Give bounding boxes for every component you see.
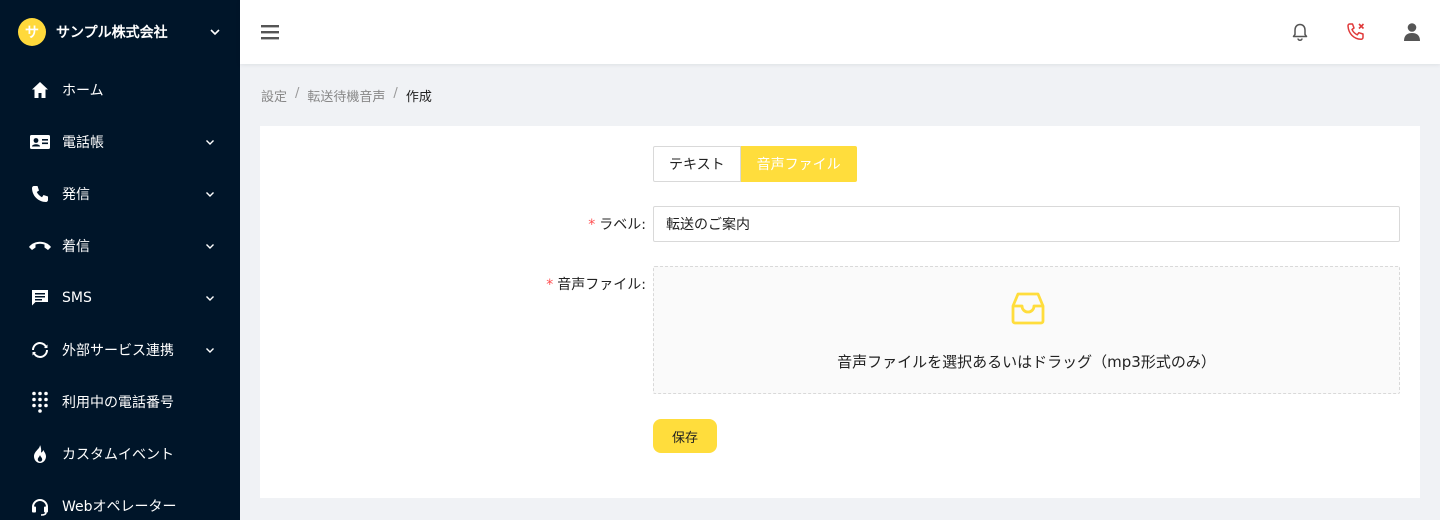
call-status-button[interactable] (1328, 0, 1384, 64)
sidebar-item-phonebook[interactable]: 電話帳 (0, 116, 240, 168)
file-field-label: * 音声ファイル: (546, 277, 646, 293)
sidebar-item-custom-events[interactable]: カスタムイベント (0, 428, 240, 480)
type-tab-text[interactable]: テキスト (653, 146, 741, 182)
company-switcher[interactable]: サ サンプル株式会社 (0, 0, 240, 64)
breadcrumb-item-settings[interactable]: 設定 (261, 86, 287, 105)
top-header (240, 0, 1440, 64)
inbox-icon (1011, 292, 1045, 325)
chevron-down-icon (210, 29, 220, 36)
sidebar: サ サンプル株式会社 ホーム 電話帳 発信 着信 SMS 外部サービス連携 利用… (0, 0, 240, 520)
notifications-button[interactable] (1272, 0, 1328, 64)
fire-icon (28, 442, 52, 466)
sidebar-item-home[interactable]: ホーム (0, 64, 240, 116)
chevron-down-icon (206, 244, 214, 249)
company-name: サンプル株式会社 (56, 25, 168, 41)
sidebar-item-integrations[interactable]: 外部サービス連携 (0, 324, 240, 376)
chevron-down-icon (206, 140, 214, 145)
sidebar-item-outgoing[interactable]: 発信 (0, 168, 240, 220)
label-input[interactable]: 転送のご案内 (653, 206, 1400, 242)
header-actions (1272, 0, 1440, 64)
sidebar-item-label: ホーム (62, 83, 104, 99)
phone-missed-icon (1347, 23, 1365, 41)
chevron-down-icon (206, 192, 214, 197)
upload-hint: 音声ファイルを選択あるいはドラッグ（mp3形式のみ） (837, 353, 1216, 371)
phone-icon (28, 182, 52, 206)
sidebar-item-label: 外部サービス連携 (62, 343, 174, 359)
breadcrumb-separator: / (393, 86, 398, 101)
home-icon (28, 78, 52, 102)
company-logo: サ (18, 18, 46, 46)
label-field-label: * ラベル: (588, 217, 646, 233)
user-icon (1404, 23, 1420, 41)
save-button[interactable]: 保存 (653, 419, 717, 453)
breadcrumb-item-transfer-audio[interactable]: 転送待機音声 (307, 86, 385, 105)
sidebar-item-label: 利用中の電話番号 (62, 395, 174, 411)
sidebar-menu: ホーム 電話帳 発信 着信 SMS 外部サービス連携 利用中の電話番号 カスタム… (0, 64, 240, 520)
menu-toggle-icon[interactable] (260, 22, 280, 42)
type-radio-group: テキスト 音声ファイル (653, 146, 857, 182)
sidebar-item-phone-numbers[interactable]: 利用中の電話番号 (0, 376, 240, 428)
audio-file-dropzone[interactable]: 音声ファイルを選択あるいはドラッグ（mp3形式のみ） (653, 266, 1400, 394)
bell-icon (1292, 23, 1308, 42)
required-mark: * (546, 277, 554, 293)
chevron-down-icon (206, 296, 214, 301)
sidebar-item-web-operator[interactable]: Webオペレーター (0, 480, 240, 520)
sidebar-item-incoming[interactable]: 着信 (0, 220, 240, 272)
dialpad-icon (28, 390, 52, 414)
breadcrumb: 設定 / 転送待機音声 / 作成 (261, 86, 432, 105)
type-tab-audio-file[interactable]: 音声ファイル (740, 146, 857, 182)
sidebar-item-label: SMS (62, 290, 92, 306)
sync-icon (28, 338, 52, 362)
form-card: テキスト 音声ファイル * ラベル: 転送のご案内 * 音声ファイル: 音声ファイル… (260, 126, 1420, 498)
required-mark: * (588, 217, 596, 233)
sidebar-item-label: カスタムイベント (62, 447, 174, 463)
sidebar-item-label: 発信 (62, 187, 90, 203)
chevron-down-icon (206, 348, 214, 353)
sidebar-item-label: 電話帳 (62, 135, 104, 151)
message-icon (28, 286, 52, 310)
breadcrumb-separator: / (295, 86, 300, 101)
sidebar-item-sms[interactable]: SMS (0, 272, 240, 324)
contact-card-icon (28, 130, 52, 154)
sidebar-item-label: 着信 (62, 239, 90, 255)
headset-icon (28, 494, 52, 518)
breadcrumb-item-current: 作成 (405, 90, 432, 105)
phone-hangup-icon (28, 234, 52, 258)
user-menu-button[interactable] (1384, 0, 1440, 64)
sidebar-item-label: Webオペレーター (62, 499, 177, 515)
